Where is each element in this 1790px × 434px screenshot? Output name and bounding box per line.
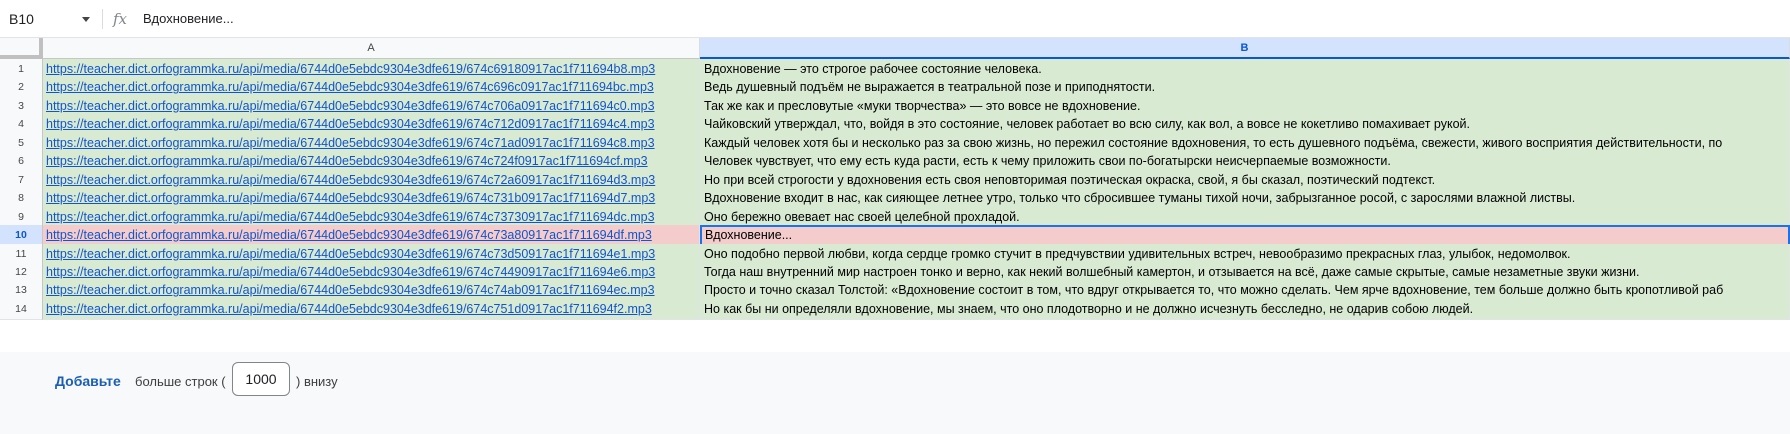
audio-url-link[interactable]: https://teacher.dict.orfogrammka.ru/api/… (46, 210, 655, 224)
audio-url-link[interactable]: https://teacher.dict.orfogrammka.ru/api/… (46, 228, 652, 242)
audio-url-link[interactable]: https://teacher.dict.orfogrammka.ru/api/… (46, 302, 652, 316)
column-header-label: A (367, 42, 375, 54)
audio-url-link[interactable]: https://teacher.dict.orfogrammka.ru/api/… (46, 99, 655, 113)
audio-url-link[interactable]: https://teacher.dict.orfogrammka.ru/api/… (46, 154, 648, 168)
audio-url-link[interactable]: https://teacher.dict.orfogrammka.ru/api/… (46, 80, 654, 94)
add-rows-button[interactable]: Добавьте (55, 373, 121, 389)
audio-url-link[interactable]: https://teacher.dict.orfogrammka.ru/api/… (46, 247, 655, 261)
table-row: 14 https://teacher.dict.orfogrammka.ru/ap… (0, 298, 1790, 320)
audio-url-link[interactable]: https://teacher.dict.orfogrammka.ru/api/… (46, 173, 655, 187)
add-rows-count-input[interactable] (232, 362, 290, 396)
column-header-label: B (1240, 41, 1249, 54)
add-rows-text-after: ) внизу (296, 374, 338, 389)
cell-audio-link[interactable]: https://teacher.dict.orfogrammka.ru/api/… (43, 298, 700, 320)
fx-icon: fx (113, 9, 128, 28)
cell-reference: B10 (9, 10, 34, 27)
formula-divider (102, 8, 103, 29)
audio-url-link[interactable]: https://teacher.dict.orfogrammka.ru/api/… (46, 283, 655, 297)
audio-url-link[interactable]: https://teacher.dict.orfogrammka.ru/api/… (46, 117, 655, 131)
audio-url-link[interactable]: https://teacher.dict.orfogrammka.ru/api/… (46, 62, 655, 76)
name-box[interactable]: B10 (0, 0, 96, 38)
audio-url-link[interactable]: https://teacher.dict.orfogrammka.ru/api/… (46, 136, 655, 150)
add-rows-footer: Добавьте больше строк ( ) внизу (0, 352, 1790, 434)
select-all-corner[interactable] (0, 38, 43, 59)
column-header-b[interactable]: B (700, 38, 1790, 59)
chevron-down-icon[interactable] (82, 16, 90, 22)
column-header-a[interactable]: A (43, 38, 700, 59)
audio-url-link[interactable]: https://teacher.dict.orfogrammka.ru/api/… (46, 191, 655, 205)
formula-bar: B10 fx Вдохновение... (0, 0, 1790, 38)
audio-url-link[interactable]: https://teacher.dict.orfogrammka.ru/api/… (46, 265, 655, 279)
formula-input[interactable]: Вдохновение... (143, 11, 234, 26)
row-number[interactable]: 14 (0, 298, 43, 320)
add-rows-text-before: больше строк ( (135, 374, 226, 389)
cell-sentence-text[interactable]: Но как бы ни определяли вдохновение, мы … (700, 298, 1790, 320)
column-header-row: A B (0, 38, 1790, 59)
